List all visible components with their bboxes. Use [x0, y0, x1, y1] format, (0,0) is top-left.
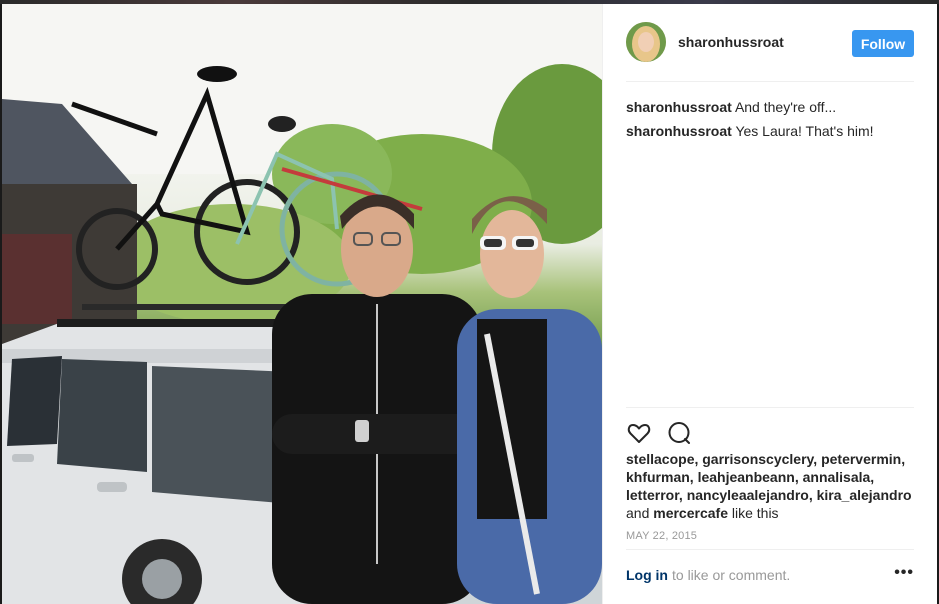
- likes-and: and: [626, 505, 650, 521]
- comment-bubble-icon[interactable]: [666, 420, 692, 446]
- comment-list: sharonhussroat And they're off... sharon…: [626, 95, 916, 143]
- login-link[interactable]: Log in: [626, 567, 668, 583]
- comment-author[interactable]: sharonhussroat: [626, 123, 732, 139]
- photo-illustration: [2, 4, 602, 604]
- likes-summary: stellacope, garrisonscyclery, petervermi…: [626, 450, 916, 522]
- action-bar: [626, 407, 914, 448]
- follow-button[interactable]: Follow: [852, 30, 914, 57]
- liker-names[interactable]: stellacope, garrisonscyclery, petervermi…: [626, 451, 912, 503]
- comment-text: And they're off...: [734, 99, 837, 115]
- post-header: sharonhussroat Follow: [626, 22, 914, 82]
- post-date[interactable]: MAY 22, 2015: [626, 530, 697, 542]
- post-photo[interactable]: [2, 4, 602, 604]
- post-modal: sharonhussroat Follow sharonhussroat And…: [2, 4, 937, 604]
- post-footer: Log in to like or comment. •••: [626, 549, 914, 599]
- login-suffix: to like or comment.: [672, 566, 791, 583]
- comment-text: Yes Laura! That's him!: [735, 123, 874, 139]
- heart-icon[interactable]: [626, 420, 652, 446]
- username[interactable]: sharonhussroat: [678, 34, 784, 50]
- likes-suffix: like this: [731, 505, 779, 521]
- comment-item: sharonhussroat And they're off...: [626, 95, 916, 119]
- post-sidebar: sharonhussroat Follow sharonhussroat And…: [602, 4, 937, 604]
- comment-item: sharonhussroat Yes Laura! That's him!: [626, 119, 916, 143]
- avatar[interactable]: [626, 22, 666, 62]
- more-options-icon[interactable]: •••: [894, 564, 914, 582]
- avatar-image: [626, 22, 666, 62]
- comment-author[interactable]: sharonhussroat: [626, 99, 732, 115]
- liker-last[interactable]: mercercafe: [653, 505, 728, 521]
